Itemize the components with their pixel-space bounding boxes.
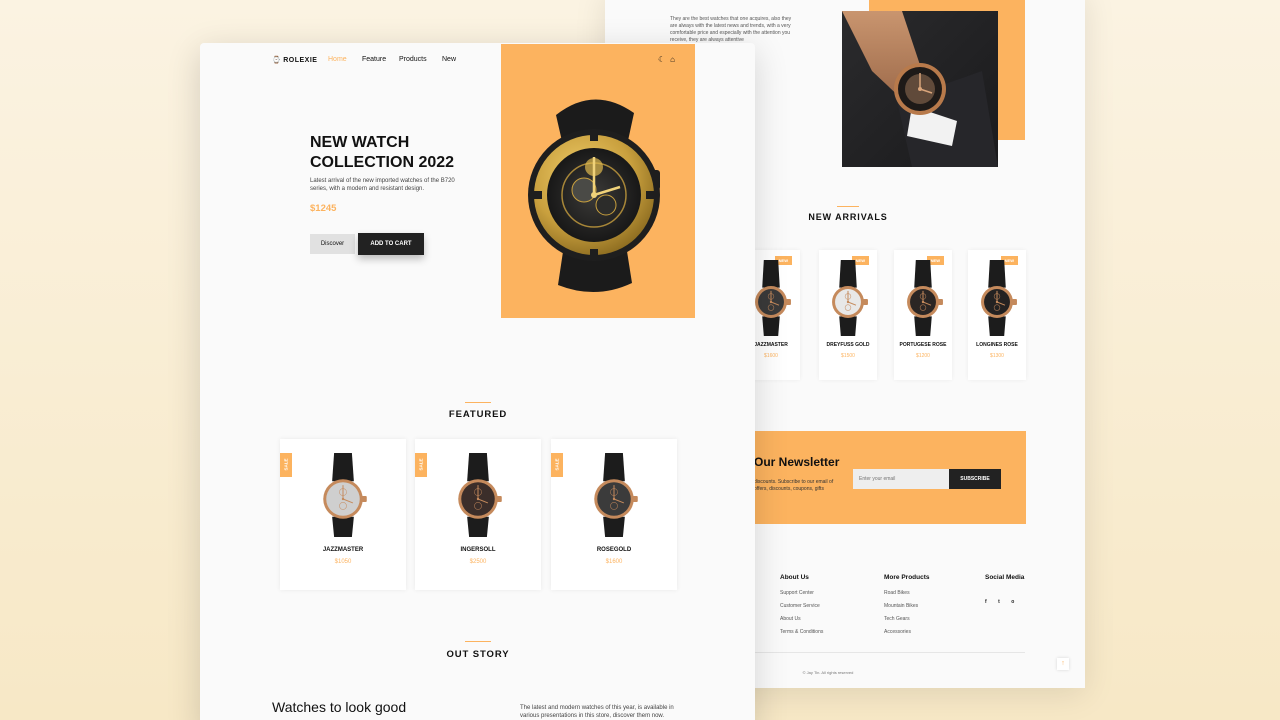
product-name: LONGINES ROSE [976,342,1018,348]
product-name: PORTUGESE ROSE [899,342,947,348]
new-arrivals-title: NEW ARRIVALS [808,212,888,222]
product-price: $1300 [990,353,1004,359]
story-title: OUT STORY [446,649,510,660]
scroll-top-button[interactable]: ↑ [1057,658,1069,670]
product-price: $2500 [469,559,487,565]
footer-link[interactable]: Support Center [780,590,823,596]
logo-text: ROLEXIE [283,57,318,64]
discover-button[interactable]: Discover [310,234,355,254]
newsletter-text: discounts. Subscribe to our email of off… [754,479,834,492]
sale-badge: SALE [280,453,292,477]
product-price: $1500 [841,353,855,359]
sale-badge: SALE [551,453,563,477]
story-heading: Watches to look good [272,699,407,715]
add-to-cart-button[interactable]: ADD TO CART [358,233,424,255]
featured-card[interactable]: SALE ROSEGOLD $1600 [551,439,677,590]
nav-products[interactable]: Products [399,56,427,63]
nav-feature[interactable]: Feature [362,56,386,63]
footer-social-title: Social Media [985,574,1025,581]
front-page-preview: ⌚ ROLEXIE Home Feature Products New ☾ ⌂ … [200,43,755,720]
section-accent-line [465,641,491,642]
hero-title-line: NEW WATCH [310,134,410,151]
wrist-watch-photo [842,11,998,167]
arrival-card[interactable]: NEW DREYFUSS GOLD $1500 [819,250,877,380]
hero-title: NEW WATCH COLLECTION 2022 [310,133,454,173]
featured-title: FEATURED [448,409,508,420]
product-name: ROSEGOLD [596,547,632,553]
section-accent-line [465,402,491,403]
featured-card[interactable]: SALE JAZZMASTER $1050 [280,439,406,590]
facebook-icon[interactable]: f [985,599,987,605]
hero-price: $1245 [310,203,337,214]
sale-badge: SALE [415,453,427,477]
footer-link[interactable]: Road Bikes [884,590,930,596]
footer-social-column: Social Media f t o [985,574,1024,608]
footer-link[interactable]: Terms & Conditions [780,629,823,635]
nav-home[interactable]: Home [328,56,347,63]
footer-link[interactable]: Mountain Bikes [884,603,930,609]
product-name: JAZZMASTER [322,547,364,553]
product-price: $1200 [916,353,930,359]
hero-description: Latest arrival of the new imported watch… [310,178,455,192]
nav-new[interactable]: New [442,56,456,63]
logo[interactable]: ⌚ ROLEXIE [272,56,317,64]
product-price: $1050 [334,559,352,565]
footer-about-title: About Us [780,574,809,581]
section-accent-line [837,206,859,207]
product-name: INGERSOLL [460,547,496,553]
about-text: They are the best watches that one acqui… [670,16,792,43]
product-price: $1600 [605,559,623,565]
featured-card[interactable]: SALE INGERSOLL $2500 [415,439,541,590]
footer-link[interactable]: Customer Service [780,603,823,609]
watch-icon: ⌚ [272,57,282,64]
arrival-card[interactable]: NEW LONGINES ROSE $1300 [968,250,1026,380]
twitter-icon[interactable]: t [998,599,1000,605]
footer-more-title: More Products [884,574,930,581]
footer-divider [753,652,1025,653]
hero-watch-image [516,95,681,300]
moon-icon[interactable]: ☾ [658,55,665,64]
newsletter-email-input[interactable] [853,469,949,489]
footer-about-column: About Us Support Center Customer Service… [780,574,823,642]
footer-link[interactable]: Accessories [884,629,930,635]
copyright-text: © Jay Tin. All rights reserved [802,670,854,675]
header-actions: ☾ ⌂ [658,55,680,64]
product-name: DREYFUSS GOLD [826,342,870,348]
newsletter-banner: Our Newsletter discounts. Subscribe to o… [753,431,1026,524]
subscribe-button[interactable]: SUBSCRIBE [949,469,1001,489]
footer-more-products-column: More Products Road Bikes Mountain Bikes … [884,574,930,642]
sale-badge-label: SALE [283,458,289,471]
hero-title-line: COLLECTION 2022 [310,154,455,171]
shopping-bag-icon[interactable]: ⌂ [670,55,675,64]
newsletter-title: Our Newsletter [754,455,840,469]
instagram-icon[interactable]: o [1011,599,1014,605]
footer-link[interactable]: Tech Gears [884,616,930,622]
arrival-card[interactable]: NEW PORTUGESE ROSE $1200 [894,250,952,380]
story-text: The latest and modern watches of this ye… [520,705,674,719]
sale-badge-label: SALE [418,458,424,471]
footer-link[interactable]: About Us [780,616,823,622]
sale-badge-label: SALE [554,458,560,471]
